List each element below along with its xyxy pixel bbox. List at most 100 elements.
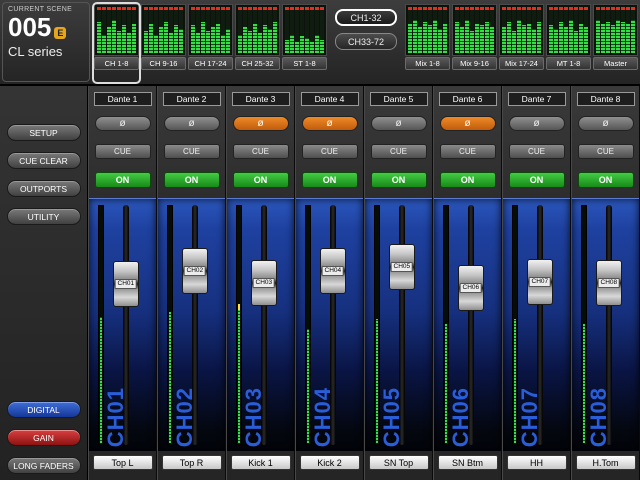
- phase-button[interactable]: ø: [509, 116, 565, 131]
- on-button[interactable]: ON: [95, 172, 151, 188]
- meter-block[interactable]: Master: [593, 4, 638, 82]
- channel-name[interactable]: Kick 1: [231, 455, 291, 470]
- port-patch-label[interactable]: Dante 3: [232, 92, 290, 106]
- on-button[interactable]: ON: [371, 172, 427, 188]
- outports-button[interactable]: OUTPORTS: [7, 180, 81, 197]
- mini-meter-fill: [574, 31, 578, 53]
- cue-button[interactable]: CUE: [509, 144, 565, 159]
- fader-cap[interactable]: CH06: [458, 265, 484, 311]
- phase-button[interactable]: ø: [440, 116, 496, 131]
- mini-meter: [413, 7, 417, 53]
- meter-block-tab[interactable]: MT 1-8: [546, 57, 591, 70]
- channel-name[interactable]: HH: [507, 455, 567, 470]
- phase-button[interactable]: ø: [95, 116, 151, 131]
- channel-number: CH05: [379, 387, 405, 447]
- mini-meter-clip-led: [253, 7, 257, 10]
- fader-cap[interactable]: CH04: [320, 248, 346, 294]
- meter-block-meters: [499, 4, 544, 56]
- on-button[interactable]: ON: [440, 172, 496, 188]
- mini-meter: [179, 7, 183, 53]
- meter-block-tab[interactable]: CH 1-8: [94, 57, 139, 70]
- meter-select-ch1-32[interactable]: CH1-32: [335, 9, 397, 26]
- port-patch-label[interactable]: Dante 8: [577, 92, 635, 106]
- meter-block-tab[interactable]: Mix 9-16: [452, 57, 497, 70]
- meter-block-tab-label: Master: [604, 59, 627, 68]
- meter-block[interactable]: CH 17-24: [188, 4, 233, 82]
- on-button[interactable]: ON: [233, 172, 289, 188]
- phase-button[interactable]: ø: [578, 116, 634, 131]
- fader-cap[interactable]: CH05: [389, 244, 415, 290]
- channel-name[interactable]: Top R: [162, 455, 222, 470]
- meter-block-tab[interactable]: Master: [593, 57, 638, 70]
- fader-cap-label: CH02: [184, 266, 207, 276]
- channel-name[interactable]: SN Btm: [438, 455, 498, 470]
- meter-block-tab[interactable]: CH 25-32: [235, 57, 280, 70]
- channel-name[interactable]: Top L: [93, 455, 153, 470]
- meter-fill: [100, 317, 102, 443]
- on-button[interactable]: ON: [578, 172, 634, 188]
- meter-block-tab[interactable]: Mix 1-8: [405, 57, 450, 70]
- meter-block-tab[interactable]: CH 17-24: [188, 57, 233, 70]
- scene-panel[interactable]: CURRENT SCENE 005 E CL series: [2, 2, 90, 82]
- fader-cap[interactable]: CH03: [251, 260, 277, 306]
- cue-clear-button[interactable]: CUE CLEAR: [7, 152, 81, 169]
- meter-block-tab[interactable]: Mix 17-24: [499, 57, 544, 70]
- cue-button[interactable]: CUE: [440, 144, 496, 159]
- phase-button[interactable]: ø: [371, 116, 427, 131]
- on-button[interactable]: ON: [509, 172, 565, 188]
- digital-button[interactable]: DIGITAL: [7, 401, 81, 418]
- port-patch-label[interactable]: Dante 5: [370, 92, 428, 106]
- meter-block[interactable]: MT 1-8: [546, 4, 591, 82]
- cue-button[interactable]: CUE: [233, 144, 289, 159]
- fader-cap[interactable]: CH07: [527, 259, 553, 305]
- meter-block[interactable]: CH 9-16: [141, 4, 186, 82]
- meter-block[interactable]: Mix 1-8: [405, 4, 450, 82]
- mini-meter-fill: [216, 24, 220, 53]
- mini-meter-fill: [248, 31, 252, 53]
- fader-cap[interactable]: CH02: [182, 248, 208, 294]
- port-patch-label[interactable]: Dante 2: [163, 92, 221, 106]
- meter-block[interactable]: Mix 17-24: [499, 4, 544, 82]
- meter-block-tab[interactable]: CH 9-16: [141, 57, 186, 70]
- mini-meter-clip-led: [485, 7, 489, 10]
- meter-block[interactable]: ST 1-8: [282, 4, 327, 82]
- meter-block-meters: [141, 4, 186, 56]
- meter-block-tab[interactable]: ST 1-8: [282, 57, 327, 70]
- gain-button[interactable]: GAIN: [7, 429, 81, 446]
- long-faders-button[interactable]: LONG FADERS: [7, 457, 81, 474]
- phase-button[interactable]: ø: [302, 116, 358, 131]
- setup-button[interactable]: SETUP: [7, 124, 81, 141]
- channel-strip: Dante 2 ø CUE ON CH02 CH02 Top R: [157, 86, 226, 480]
- fader-cap[interactable]: CH08: [596, 260, 622, 306]
- port-patch-label[interactable]: Dante 7: [508, 92, 566, 106]
- utility-button[interactable]: UTILITY: [7, 208, 81, 225]
- mini-meter: [443, 7, 447, 53]
- cue-button[interactable]: CUE: [164, 144, 220, 159]
- meter-select-ch33-72[interactable]: CH33-72: [335, 33, 397, 50]
- mini-meter-clip-led: [117, 7, 121, 10]
- cue-button[interactable]: CUE: [95, 144, 151, 159]
- on-button[interactable]: ON: [302, 172, 358, 188]
- phase-button[interactable]: ø: [164, 116, 220, 131]
- channel-strip: Dante 7 ø CUE ON CH07 CH07 HH: [502, 86, 571, 480]
- cue-button[interactable]: CUE: [302, 144, 358, 159]
- meter-block[interactable]: CH 1-8: [94, 4, 139, 82]
- channel-name[interactable]: Kick 2: [300, 455, 360, 470]
- cue-button[interactable]: CUE: [371, 144, 427, 159]
- phase-button[interactable]: ø: [233, 116, 289, 131]
- fader-cap[interactable]: CH01: [113, 261, 139, 307]
- meter-block[interactable]: CH 25-32: [235, 4, 280, 82]
- port-patch-label[interactable]: Dante 1: [94, 92, 152, 106]
- mini-meter: [149, 7, 153, 53]
- port-patch-label[interactable]: Dante 6: [439, 92, 497, 106]
- mini-meter-fill: [169, 33, 173, 53]
- mini-meter-clip-led: [465, 7, 469, 10]
- cue-button[interactable]: CUE: [578, 144, 634, 159]
- port-patch-label[interactable]: Dante 4: [301, 92, 359, 106]
- meter-block[interactable]: Mix 9-16: [452, 4, 497, 82]
- fader-cap-label: CH05: [391, 262, 414, 272]
- channel-name[interactable]: H.Tom: [576, 455, 636, 470]
- on-button[interactable]: ON: [164, 172, 220, 188]
- channel-name[interactable]: SN Top: [369, 455, 429, 470]
- fader-area: CH01 CH01: [89, 198, 156, 451]
